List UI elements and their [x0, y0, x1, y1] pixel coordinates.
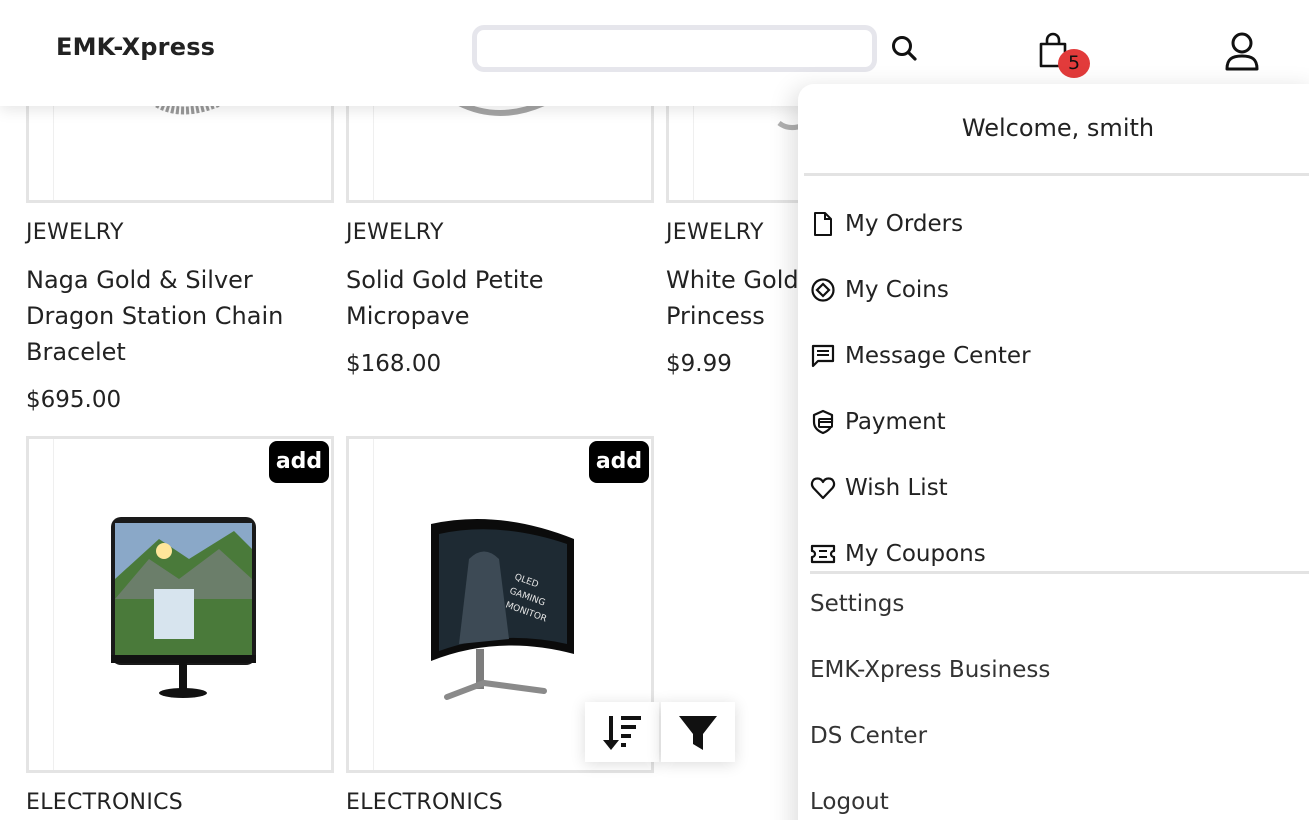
product-image[interactable]: add — [26, 436, 334, 773]
menu-divider — [804, 173, 1309, 176]
message-icon — [811, 344, 835, 368]
coin-icon — [811, 278, 835, 302]
menu-link-ds-center[interactable]: DS Center — [810, 723, 927, 749]
product-title[interactable]: White Gold Princess — [666, 262, 801, 334]
search-input[interactable] — [472, 25, 877, 72]
user-dropdown-menu: Welcome, smith My Orders My Coins Messag… — [798, 84, 1309, 820]
menu-item-wish-list[interactable]: Wish List — [810, 468, 948, 508]
product-price: $9.99 — [666, 351, 732, 377]
filter-icon — [679, 716, 717, 750]
product-category: JEWELRY — [26, 220, 124, 245]
document-icon — [814, 212, 832, 236]
welcome-message: Welcome, smith — [961, 114, 1155, 142]
product-title[interactable]: Solid Gold Petite Micropave — [346, 262, 646, 334]
menu-item-label: My Orders — [845, 211, 964, 237]
menu-item-message-center[interactable]: Message Center — [810, 336, 1031, 376]
coupon-icon — [810, 544, 836, 564]
product-category: JEWELRY — [666, 220, 764, 245]
menu-item-label: My Coupons — [845, 541, 986, 567]
product-category: ELECTRONICS — [346, 790, 504, 815]
menu-item-label: Payment — [845, 409, 946, 435]
menu-link-settings[interactable]: Settings — [810, 591, 904, 617]
sort-button[interactable] — [585, 702, 659, 762]
payment-shield-icon — [812, 409, 834, 435]
user-account-icon[interactable] — [1222, 30, 1262, 74]
menu-item-label: My Coins — [845, 277, 949, 303]
sort-descending-icon — [603, 716, 641, 750]
brand-logo[interactable]: EMK-Xpress — [56, 33, 215, 61]
menu-divider — [810, 571, 1309, 574]
product-category: JEWELRY — [346, 220, 444, 245]
menu-item-payment[interactable]: Payment — [810, 402, 946, 442]
add-to-cart-button[interactable]: add — [269, 441, 329, 483]
add-to-cart-button[interactable]: add — [589, 441, 649, 483]
menu-item-label: Message Center — [845, 343, 1031, 369]
product-title[interactable]: Naga Gold & Silver Dragon Station Chain … — [26, 262, 326, 370]
menu-link-business[interactable]: EMK-Xpress Business — [810, 657, 1050, 683]
filter-button[interactable] — [661, 702, 735, 762]
menu-item-label: Wish List — [845, 475, 948, 501]
cart-count-badge: 5 — [1058, 49, 1090, 78]
heart-icon — [810, 477, 836, 500]
menu-item-my-orders[interactable]: My Orders — [810, 204, 963, 244]
search-icon[interactable] — [889, 33, 921, 65]
product-price: $168.00 — [346, 351, 442, 377]
product-category: ELECTRONICS — [26, 790, 184, 815]
menu-item-my-coupons[interactable]: My Coupons — [810, 534, 986, 574]
monitor-image — [111, 517, 256, 698]
menu-item-my-coins[interactable]: My Coins — [810, 270, 949, 310]
menu-link-logout[interactable]: Logout — [810, 789, 889, 815]
product-price: $695.00 — [26, 387, 122, 413]
